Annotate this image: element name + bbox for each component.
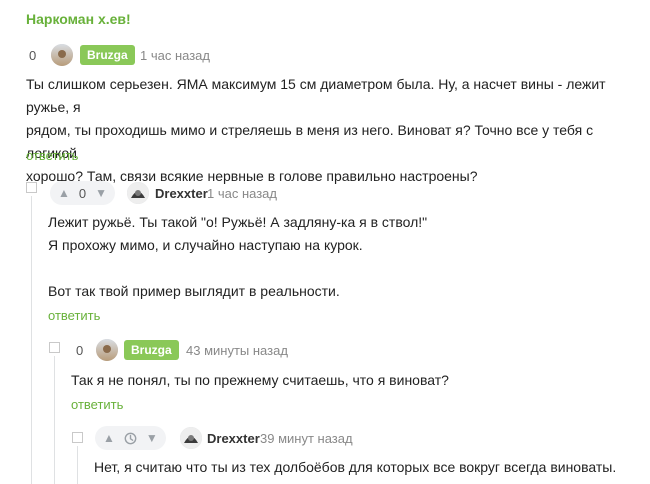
triangle-down-icon[interactable]: ▼: [95, 187, 107, 199]
comment-text: Ты слишком серьезен. ЯМА максимум 15 см …: [26, 73, 646, 188]
comment-time: 1 час назад: [207, 186, 277, 201]
rating-control: ▲ 0 ▼: [50, 181, 116, 205]
comment-time: 43 минуты назад: [186, 343, 288, 358]
author-badge[interactable]: Bruzga: [80, 45, 135, 65]
comment-text: Лежит ружьё. Ты такой "о! Ружьё! А задля…: [48, 211, 638, 303]
reply-link[interactable]: ответить: [26, 148, 78, 163]
comment-text: Нет, я считаю что ты из тех долбоёбов дл…: [94, 456, 644, 479]
comment-text-line: рядом, ты проходишь мимо и стреляешь в м…: [26, 122, 594, 161]
collapse-box-icon[interactable]: [26, 182, 37, 193]
author-badge[interactable]: Bruzga: [124, 340, 179, 360]
triangle-up-icon[interactable]: ▲: [58, 187, 70, 199]
reply-link[interactable]: ответить: [71, 397, 123, 412]
thread-line: [77, 446, 78, 484]
rating-control: ▲ ▼: [95, 426, 166, 450]
comment-text-line: Ты слишком серьезен. ЯМА максимум 15 см …: [26, 76, 606, 115]
comment-text: Так я не понял, ты по прежнему считаешь,…: [71, 369, 631, 392]
triangle-up-icon[interactable]: ▲: [103, 432, 115, 444]
comment-text-line: Лежит ружьё. Ты такой "о! Ружьё! А задля…: [48, 214, 428, 230]
avatar-icon: [96, 339, 118, 361]
clock-icon: [124, 432, 137, 445]
comment-time: 1 час назад: [140, 48, 210, 63]
comment-rating: 0: [29, 48, 37, 63]
comment-text-line: Так я не понял, ты по прежнему считаешь,…: [71, 372, 449, 388]
post-title-link[interactable]: Наркоман х.ев!: [26, 11, 131, 27]
comment-time: 39 минут назад: [260, 431, 353, 446]
avatar-icon: [127, 182, 149, 204]
avatar[interactable]: [180, 427, 202, 449]
collapse-box-icon[interactable]: [49, 342, 60, 353]
avatar[interactable]: [127, 182, 149, 204]
reply-link[interactable]: ответить: [48, 308, 100, 323]
triangle-down-icon[interactable]: ▼: [146, 432, 158, 444]
author-name[interactable]: Drexxter: [155, 186, 208, 201]
avatar-icon: [180, 427, 202, 449]
thread-line: [31, 196, 32, 484]
avatar-icon: [51, 44, 73, 66]
comment-text-line: [48, 257, 638, 280]
comment-rating: 0: [78, 185, 87, 201]
author-name[interactable]: Drexxter: [207, 431, 260, 446]
avatar[interactable]: [51, 44, 73, 66]
collapse-box-icon[interactable]: [72, 432, 83, 443]
comment-text-line: хорошо? Там, связи всякие нервные в голо…: [26, 168, 478, 184]
thread-line: [54, 356, 55, 484]
comment-text-line: Я прохожу мимо, и случайно наступаю на к…: [48, 237, 363, 253]
comment-text-line: Нет, я считаю что ты из тех долбоёбов дл…: [94, 459, 617, 475]
comment-rating: 0: [76, 343, 84, 358]
avatar[interactable]: [96, 339, 118, 361]
comment-text-line: Вот так твой пример выглядит в реальност…: [48, 283, 340, 299]
